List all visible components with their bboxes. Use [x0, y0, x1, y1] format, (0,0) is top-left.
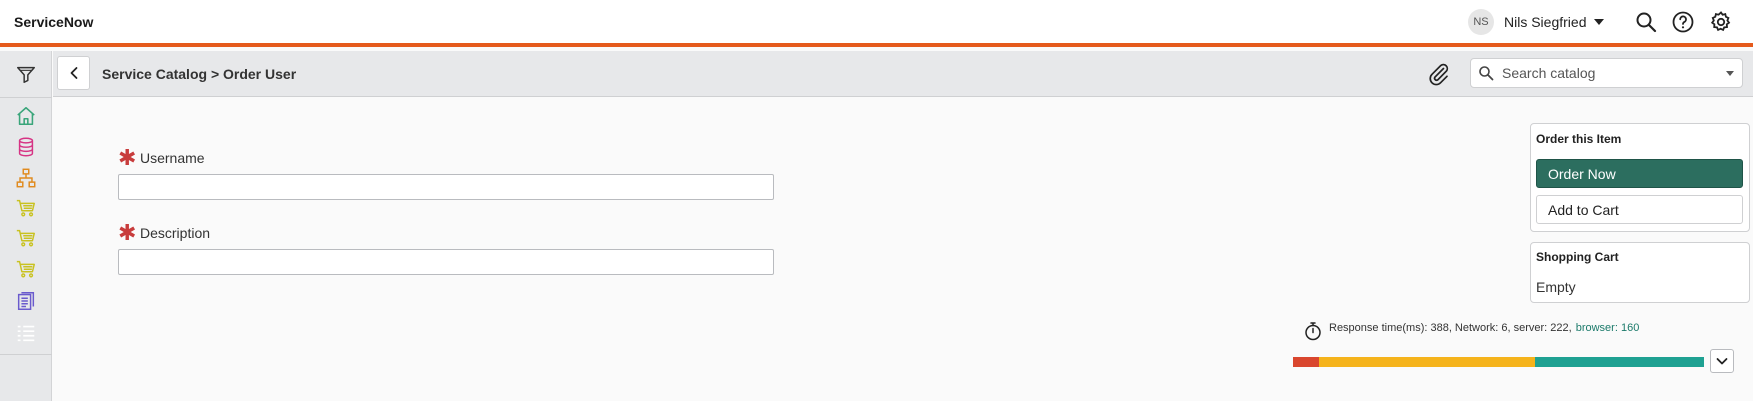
chevron-down-icon	[1594, 19, 1605, 25]
database-icon	[18, 137, 34, 157]
username-label-text: Username	[140, 150, 205, 166]
required-icon: ✱	[118, 145, 137, 170]
response-time-info: Response time(ms): 388, Network: 6, serv…	[1303, 322, 1639, 341]
nav-filter[interactable]	[0, 51, 52, 98]
required-icon: ✱	[118, 220, 137, 245]
description-label-text: Description	[140, 225, 211, 241]
order-panel-title: Order this Item	[1536, 132, 1622, 146]
nav-home[interactable]	[0, 101, 52, 131]
document-icon	[17, 292, 35, 310]
help-icon[interactable]	[1671, 10, 1695, 34]
user-menu[interactable]: NS Nils Siegfried	[1468, 9, 1605, 35]
nav-divider	[0, 354, 52, 355]
org-chart-icon	[16, 168, 36, 188]
brand-logo[interactable]: ServiceNow	[14, 14, 93, 30]
search-icon	[1479, 66, 1494, 81]
username-field[interactable]	[118, 174, 774, 200]
add-to-cart-button[interactable]: Add to Cart	[1536, 195, 1743, 224]
nav-org-chart[interactable]	[0, 163, 52, 193]
filter-icon	[17, 66, 35, 83]
response-segment-network	[1293, 357, 1319, 367]
order-panel: Order this Item Order Now Add to Cart	[1530, 123, 1750, 232]
response-time-bar	[1293, 357, 1704, 367]
description-field[interactable]	[118, 249, 774, 275]
stopwatch-icon	[1305, 322, 1321, 341]
back-button[interactable]	[57, 56, 90, 90]
cart-status: Empty	[1536, 279, 1576, 295]
chevron-down-icon	[1716, 358, 1728, 365]
browser-time-text: browser: 160	[1575, 322, 1640, 334]
response-time-text: Response time(ms): 388, Network: 6, serv…	[1329, 322, 1572, 334]
nav-cart-2[interactable]	[0, 223, 52, 253]
catalog-toolbar: Service Catalog > Order User	[53, 51, 1753, 97]
nav-cart-1[interactable]	[0, 193, 52, 223]
shopping-cart-title: Shopping Cart	[1536, 250, 1619, 264]
left-navigation	[0, 51, 52, 401]
cart-icon	[16, 199, 35, 217]
cart-icon	[16, 229, 35, 247]
response-segment-browser	[1534, 357, 1704, 367]
avatar: NS	[1468, 9, 1494, 35]
chevron-left-icon	[70, 67, 77, 79]
response-segment-server	[1319, 357, 1535, 367]
catalog-search[interactable]	[1470, 58, 1743, 88]
nav-database[interactable]	[0, 132, 52, 162]
shopping-cart-panel: Shopping Cart Empty	[1530, 242, 1750, 303]
nav-documents[interactable]	[0, 286, 52, 316]
chevron-down-icon[interactable]	[1726, 71, 1734, 76]
paperclip-icon[interactable]	[1427, 62, 1451, 86]
nav-cart-3[interactable]	[0, 254, 52, 284]
search-icon[interactable]	[1634, 10, 1658, 34]
order-now-button[interactable]: Order Now	[1536, 159, 1743, 188]
home-icon	[17, 106, 35, 126]
user-name: Nils Siegfried	[1504, 14, 1587, 30]
expand-response-button[interactable]	[1710, 349, 1734, 373]
nav-list[interactable]	[0, 318, 52, 348]
gear-icon[interactable]	[1709, 10, 1733, 34]
top-header: ServiceNow NS Nils Siegfried	[0, 0, 1753, 47]
breadcrumb: Service Catalog > Order User	[102, 66, 297, 82]
username-label: ✱ Username	[118, 145, 205, 170]
cart-icon	[16, 260, 35, 278]
search-catalog-input[interactable]	[1502, 65, 1722, 81]
list-icon	[17, 325, 35, 342]
description-label: ✱ Description	[118, 220, 211, 245]
